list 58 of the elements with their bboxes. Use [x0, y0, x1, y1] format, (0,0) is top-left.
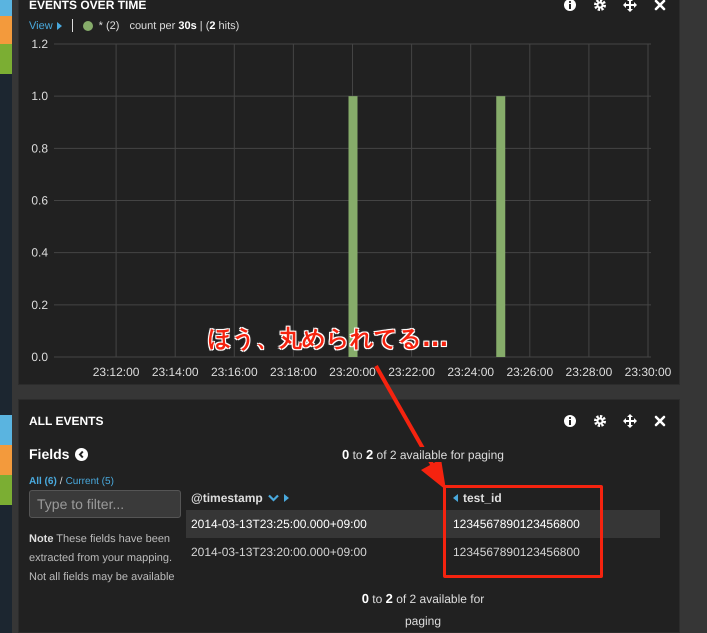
close-icon[interactable]: [653, 0, 667, 12]
move-icon[interactable]: [623, 0, 637, 12]
paging-text: 0 to 2 of 2 available for paging: [340, 446, 506, 462]
close-icon[interactable]: [653, 414, 667, 428]
table-cell: 1234567890123456800: [448, 510, 660, 538]
legend-summary: count per 30s | (2 hits): [129, 20, 240, 32]
row-marker[interactable]: [0, 445, 12, 475]
panel-title: EVENTS OVER TIME: [29, 0, 146, 12]
column-header[interactable]: test_id: [448, 488, 660, 510]
tick-label: 0.6: [31, 194, 48, 208]
move-caret-icon[interactable]: [453, 494, 458, 502]
column-header[interactable]: @timestamp: [186, 488, 448, 510]
table-cell: 2014-03-13T23:25:00.000+09:00: [186, 510, 448, 538]
info-icon[interactable]: [563, 414, 577, 428]
settings-icon[interactable]: [593, 0, 607, 12]
tick-label: 23:30:00: [624, 365, 672, 376]
tick-label: 0.0: [31, 350, 48, 364]
tick-label: 0.2: [31, 298, 48, 312]
table-cell: 2014-03-13T23:20:00.000+09:00: [186, 538, 448, 566]
tick-label: 23:18:00: [270, 365, 317, 376]
panel-title: ALL EVENTS: [29, 414, 104, 428]
tick-label: 23:26:00: [506, 365, 554, 376]
tick-label: 23:24:00: [447, 365, 494, 376]
view-link[interactable]: View: [29, 20, 62, 32]
settings-icon[interactable]: [593, 414, 607, 428]
tick-label: 1.2: [31, 37, 48, 51]
tick-label: 23:14:00: [152, 365, 199, 376]
row-marker[interactable]: [0, 16, 12, 44]
field-tab[interactable]: All (6): [29, 476, 57, 487]
note-text: Note These fields have been extracted from your mapping.: [29, 532, 174, 566]
table-row[interactable]: 2014-03-13T23:25:00.000+09:00 1234567890123456800: [186, 510, 660, 538]
row-marker[interactable]: [0, 415, 12, 445]
tick-label: 0.4: [31, 246, 48, 260]
fields-heading: Fields: [29, 446, 70, 462]
tick-label: 23:22:00: [388, 365, 435, 376]
row-marker[interactable]: [0, 0, 12, 16]
legend-label: * (2): [98, 20, 120, 32]
collapse-icon[interactable]: [75, 448, 88, 460]
tab-separator: /: [60, 476, 63, 487]
tick-label: 1.0: [31, 89, 48, 104]
note-text: Not all fields may be available: [29, 570, 176, 585]
filter-field[interactable]: Type to filter...: [29, 490, 181, 518]
row-marker[interactable]: [0, 44, 12, 74]
tick-label: 0.8: [31, 141, 48, 156]
sort-chevron-icon[interactable]: [268, 494, 279, 502]
move-caret-icon[interactable]: [284, 494, 289, 502]
row-marker[interactable]: [0, 475, 12, 505]
tick-label: 23:28:00: [566, 365, 612, 376]
caret-icon: [56, 22, 62, 30]
table-cell: 1234567890123456800: [448, 538, 660, 566]
field-tab[interactable]: Current (5): [66, 476, 114, 487]
tick-label: 23:16:00: [210, 365, 258, 376]
tick-label: 23:12:00: [92, 365, 140, 376]
table-row[interactable]: 2014-03-13T23:20:00.000+09:00 1234567890123456800: [186, 538, 660, 566]
paging-text: 0 to 2 of 2 available for paging: [360, 590, 486, 630]
move-icon[interactable]: [623, 414, 637, 428]
info-icon[interactable]: [563, 0, 577, 12]
tick-label: 23:20:00: [329, 365, 376, 376]
